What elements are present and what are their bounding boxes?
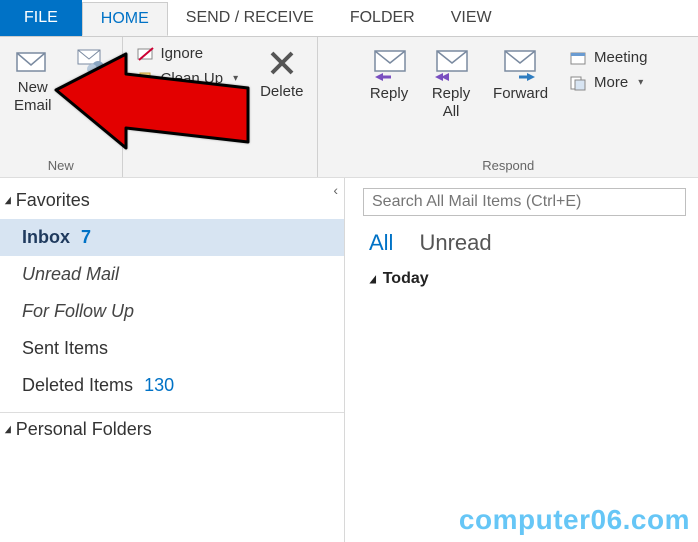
new-items-label: New Ite	[76, 79, 106, 115]
nav-unread-mail[interactable]: Unread Mail	[0, 256, 344, 293]
reply-label: Reply	[370, 85, 408, 103]
cleanup-icon	[137, 71, 155, 87]
nav-inbox-count: 7	[81, 227, 91, 247]
content-pane: All Unread Today	[345, 178, 698, 542]
ignore-button[interactable]: Ignore	[133, 43, 243, 64]
cleanup-button[interactable]: Clean Up	[133, 68, 243, 89]
ribbon: New Email New Ite New Ignore	[0, 36, 698, 178]
reply-icon	[369, 47, 409, 81]
date-group-today-label: Today	[383, 270, 429, 288]
ribbon-group-delete-label	[218, 156, 222, 175]
forward-label: Forward	[493, 85, 548, 103]
new-email-button[interactable]: New Email	[10, 43, 56, 115]
filter-all[interactable]: All	[369, 230, 393, 256]
ribbon-tabs: FILE HOME SEND / RECEIVE FOLDER VIEW	[0, 0, 698, 36]
meeting-icon	[570, 50, 588, 66]
date-group-today[interactable]: Today	[363, 266, 686, 292]
nav-pane: ‹ Favorites Inbox 7 Unread Mail For Foll…	[0, 178, 345, 542]
search-input[interactable]	[363, 188, 686, 216]
nav-personal-label: Personal Folders	[16, 419, 152, 440]
ribbon-group-new-label: New	[48, 156, 74, 175]
nav-favorites-header[interactable]: Favorites	[0, 184, 344, 219]
meeting-label: Meeting	[594, 49, 647, 66]
new-email-icon	[16, 47, 50, 75]
reply-all-label: Reply All	[432, 85, 470, 121]
more-label: More	[594, 74, 628, 91]
more-icon	[570, 75, 588, 91]
reply-button[interactable]: Reply	[365, 43, 413, 103]
tab-view[interactable]: VIEW	[433, 0, 510, 36]
watermark: computer06.com	[459, 504, 690, 536]
nav-inbox-label: Inbox	[22, 227, 70, 247]
meeting-button[interactable]: Meeting	[566, 47, 651, 68]
collapse-nav-button[interactable]: ‹	[333, 182, 338, 198]
nav-inbox[interactable]: Inbox 7	[0, 219, 344, 256]
tab-home[interactable]: HOME	[82, 2, 168, 36]
nav-sent-items[interactable]: Sent Items	[0, 330, 344, 367]
tab-folder[interactable]: FOLDER	[332, 0, 433, 36]
filter-unread[interactable]: Unread	[419, 230, 491, 256]
nav-favorites-label: Favorites	[16, 190, 90, 211]
main: ‹ Favorites Inbox 7 Unread Mail For Foll…	[0, 178, 698, 542]
tab-send-receive[interactable]: SEND / RECEIVE	[168, 0, 332, 36]
delete-label: Delete	[260, 83, 303, 101]
more-button[interactable]: More	[566, 72, 651, 93]
tab-file[interactable]: FILE	[0, 0, 82, 36]
ribbon-group-respond: Reply Reply All Forward Meetin	[318, 37, 698, 177]
nav-deleted-count: 130	[144, 375, 174, 395]
nav-deleted-label: Deleted Items	[22, 375, 133, 395]
reply-all-button[interactable]: Reply All	[427, 43, 475, 121]
nav-deleted-items[interactable]: Deleted Items 130	[0, 367, 344, 404]
ignore-label: Ignore	[161, 45, 204, 62]
forward-button[interactable]: Forward	[489, 43, 552, 103]
forward-icon	[501, 47, 541, 81]
delete-icon	[266, 47, 298, 79]
cleanup-label: Clean Up	[161, 70, 224, 87]
filter-row: All Unread	[363, 216, 686, 266]
nav-followup[interactable]: For Follow Up	[0, 293, 344, 330]
nav-personal-header[interactable]: Personal Folders	[0, 417, 344, 448]
junk-label: nk	[137, 95, 153, 112]
new-items-button[interactable]: New Ite	[70, 43, 112, 115]
new-email-label: New Email	[14, 79, 52, 115]
ribbon-group-respond-label: Respond	[482, 156, 534, 175]
ribbon-group-delete: Ignore Clean Up nk Delete	[123, 37, 319, 177]
reply-all-icon	[431, 47, 471, 81]
nav-divider	[0, 412, 344, 413]
delete-button[interactable]: Delete	[256, 43, 307, 101]
new-items-icon	[74, 47, 108, 75]
ribbon-group-new: New Email New Ite New	[0, 37, 123, 177]
junk-button[interactable]: nk	[133, 93, 243, 114]
ignore-icon	[137, 46, 155, 62]
